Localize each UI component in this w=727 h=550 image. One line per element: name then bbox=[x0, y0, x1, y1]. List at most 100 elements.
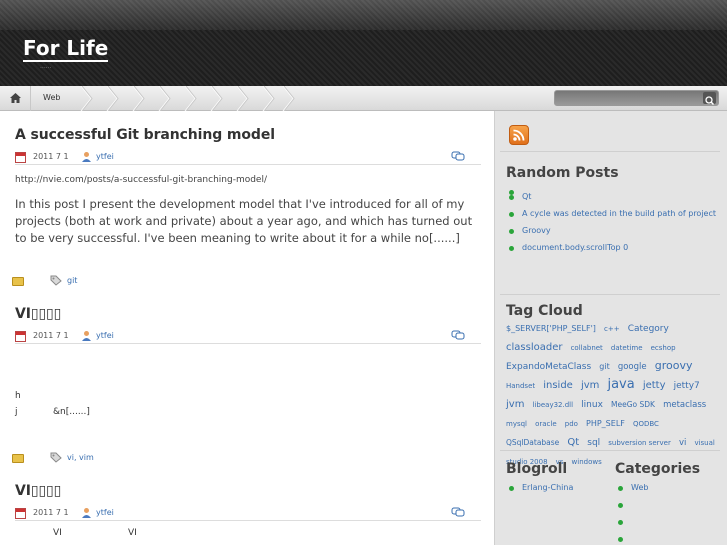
tag-cloud-link[interactable]: subversion server bbox=[608, 439, 671, 447]
nav-separator-icon bbox=[158, 86, 171, 111]
tag-cloud-link[interactable]: vi bbox=[679, 438, 686, 448]
post-author[interactable]: ytfei bbox=[96, 508, 114, 517]
list-item[interactable] bbox=[615, 516, 715, 528]
tag-cloud-link[interactable]: Category bbox=[628, 324, 669, 334]
tag-cloud-link[interactable]: git bbox=[599, 362, 609, 371]
search-button[interactable] bbox=[703, 92, 716, 106]
list-item[interactable]: Groovy bbox=[506, 225, 716, 237]
tag-cloud-link[interactable]: jvm bbox=[506, 399, 524, 410]
nav-separator-icon bbox=[106, 86, 119, 111]
blogroll-title: Blogroll bbox=[506, 461, 568, 477]
tag-cloud-link[interactable]: ecshop bbox=[651, 344, 676, 352]
blogroll-list: Erlang-China bbox=[506, 482, 606, 499]
list-item[interactable]: Qt bbox=[506, 191, 716, 203]
search-input[interactable] bbox=[559, 92, 699, 104]
random-posts-title: Random Posts bbox=[506, 165, 619, 181]
tag-cloud-link[interactable]: jetty7 bbox=[674, 381, 700, 391]
user-icon bbox=[82, 331, 91, 341]
post-author[interactable]: ytfei bbox=[96, 152, 114, 161]
post-footer: vi, vim bbox=[12, 452, 482, 466]
user-icon bbox=[82, 508, 91, 518]
list-item[interactable] bbox=[615, 533, 715, 545]
nav-separator-icon bbox=[210, 86, 223, 111]
nav-separator-icon bbox=[282, 86, 295, 111]
tag-cloud-link[interactable]: metaclass bbox=[663, 400, 706, 410]
tag-cloud-link[interactable]: windows bbox=[572, 458, 602, 466]
comments-icon[interactable] bbox=[451, 507, 465, 518]
sidebar-divider bbox=[500, 450, 720, 451]
tag-cloud-link[interactable]: PHP_SELF bbox=[586, 419, 625, 428]
tag-cloud-link[interactable]: collabnet bbox=[571, 344, 603, 352]
folder-icon bbox=[12, 277, 24, 286]
post-meta: 2011 7 1 ytfei bbox=[15, 151, 481, 165]
tag-cloud-link[interactable]: QODBC bbox=[633, 420, 659, 428]
tag-cloud-link[interactable]: $_SERVER['PHP_SELF'] bbox=[506, 324, 596, 333]
tag-cloud-link[interactable]: linux bbox=[581, 400, 603, 410]
rss-icon bbox=[513, 129, 525, 141]
tag-cloud-link[interactable]: google bbox=[618, 362, 647, 372]
post-meta: 2011 7 1 ytfei bbox=[15, 330, 481, 344]
comments-icon[interactable] bbox=[451, 151, 465, 162]
tag-cloud-link[interactable]: libeay32.dll bbox=[533, 401, 574, 409]
search-box bbox=[554, 90, 719, 106]
sidebar-divider bbox=[500, 151, 720, 152]
nav-separator-icon bbox=[262, 86, 275, 111]
site-header: For Life ...... bbox=[0, 0, 727, 86]
home-button[interactable] bbox=[0, 86, 31, 111]
list-item[interactable] bbox=[615, 499, 715, 511]
post-meta: 2011 7 1 ytfei bbox=[15, 507, 481, 521]
rss-feed-button[interactable] bbox=[509, 125, 529, 145]
tag-cloud-link[interactable]: java bbox=[607, 377, 634, 392]
tag-cloud-link[interactable]: sql bbox=[587, 438, 600, 448]
tag-cloud: $_SERVER['PHP_SELF'] c++ Category classl… bbox=[506, 318, 716, 470]
nav-separator-icon bbox=[184, 86, 197, 111]
post-title[interactable]: A successful Git branching model bbox=[15, 127, 275, 143]
tag-cloud-link[interactable]: classloader bbox=[506, 342, 562, 353]
post-excerpt-line: j bbox=[15, 407, 18, 417]
tag-cloud-link[interactable]: mysql bbox=[506, 420, 527, 428]
post-excerpt: In this post I present the development m… bbox=[15, 197, 473, 245]
nav-separator-icon bbox=[80, 86, 93, 111]
list-item[interactable]: A cycle was detected in the build path o… bbox=[506, 208, 716, 220]
categories-list: Web bbox=[615, 482, 715, 550]
post-date: 2011 7 1 bbox=[33, 331, 69, 340]
post-excerpt-line: VI bbox=[128, 528, 137, 538]
post-tags[interactable]: git bbox=[67, 276, 77, 285]
tag-cloud-link[interactable]: c++ bbox=[604, 325, 620, 333]
tag-cloud-link[interactable]: ExpandoMetaClass bbox=[506, 362, 591, 372]
comments-icon[interactable] bbox=[451, 330, 465, 341]
post-title[interactable]: VI▯▯▯▯ bbox=[15, 483, 61, 499]
tag-cloud-link[interactable]: QSqlDatabase bbox=[506, 438, 559, 447]
list-item[interactable]: document.body.scrollTop 0 bbox=[506, 242, 716, 254]
list-item[interactable]: Web bbox=[615, 482, 715, 494]
tag-cloud-link[interactable]: inside bbox=[543, 380, 573, 391]
nav-separator-icon bbox=[236, 86, 249, 111]
tag-icon bbox=[50, 452, 62, 463]
home-icon bbox=[10, 93, 21, 103]
post-title[interactable]: VI▯▯▯▯ bbox=[15, 306, 61, 322]
tag-cloud-link[interactable]: jetty bbox=[643, 380, 666, 391]
tag-cloud-link[interactable]: Handset bbox=[506, 382, 535, 390]
tag-cloud-link[interactable]: pdo bbox=[565, 420, 578, 428]
post-author[interactable]: ytfei bbox=[96, 331, 114, 340]
post-excerpt-line: h bbox=[15, 391, 21, 401]
post-footer: git bbox=[12, 275, 482, 289]
tag-cloud-link[interactable]: datetime bbox=[611, 344, 643, 352]
tag-cloud-link[interactable]: oracle bbox=[535, 420, 557, 428]
post-tags[interactable]: vi, vim bbox=[67, 453, 94, 462]
tag-cloud-link[interactable]: Qt bbox=[567, 437, 579, 448]
post-date: 2011 7 1 bbox=[33, 508, 69, 517]
nav-item-web[interactable]: Web bbox=[31, 86, 78, 111]
calendar-icon bbox=[15, 152, 26, 163]
tag-cloud-link[interactable]: jvm bbox=[581, 380, 599, 391]
tag-cloud-link[interactable]: MeeGo SDK bbox=[611, 400, 655, 409]
header-top-band bbox=[0, 0, 727, 30]
sidebar-divider bbox=[500, 294, 720, 295]
user-icon bbox=[82, 152, 91, 162]
post-excerpt-line: VI bbox=[53, 528, 62, 538]
categories-title: Categories bbox=[615, 461, 701, 477]
list-item[interactable]: Erlang-China bbox=[506, 482, 606, 494]
post-date: 2011 7 1 bbox=[33, 152, 69, 161]
site-title[interactable]: For Life bbox=[23, 36, 109, 62]
tag-cloud-link[interactable]: groovy bbox=[655, 359, 693, 372]
